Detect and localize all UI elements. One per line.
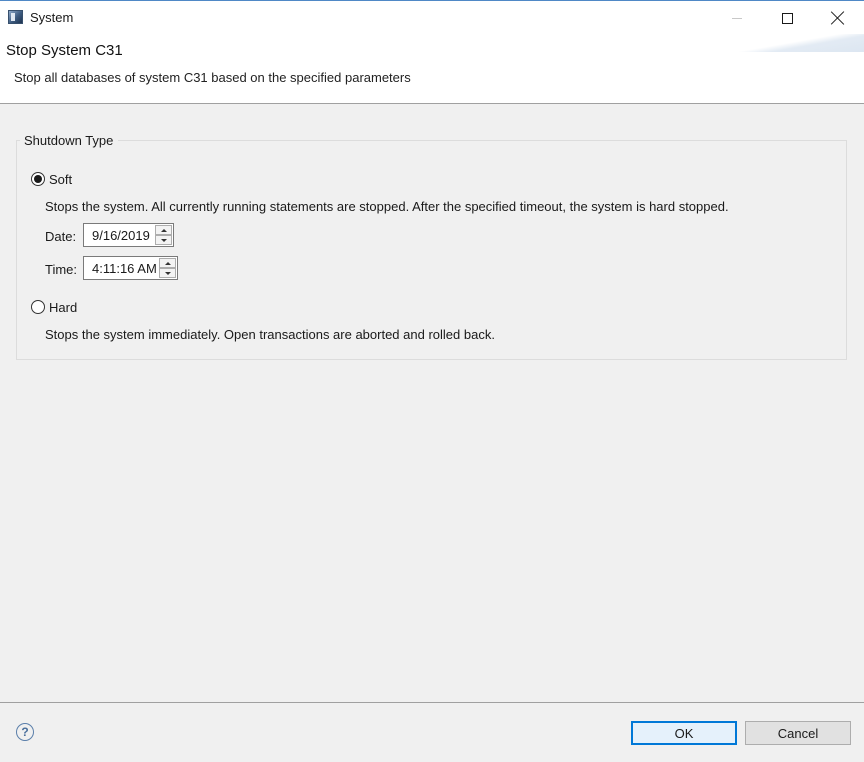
dialog-description: Stop all databases of system C31 based o…: [14, 70, 411, 85]
hard-description: Stops the system immediately. Open trans…: [45, 327, 495, 342]
hard-radio-label[interactable]: Hard: [49, 300, 77, 315]
ok-button[interactable]: OK: [631, 721, 737, 745]
time-input[interactable]: [92, 261, 160, 276]
maximize-icon: [781, 12, 793, 24]
time-increment-button[interactable]: [159, 258, 176, 268]
hard-radio[interactable]: [31, 300, 45, 314]
footer-separator: [0, 702, 864, 703]
cancel-button[interactable]: Cancel: [745, 721, 851, 745]
title-bar: System: [0, 0, 864, 34]
date-spin-buttons: [155, 225, 172, 245]
dialog-title: Stop System C31: [6, 42, 123, 59]
date-input[interactable]: [92, 228, 156, 243]
time-label: Time:: [45, 262, 78, 277]
group-border-segment: [16, 140, 20, 141]
date-increment-button[interactable]: [155, 225, 172, 235]
maximize-button[interactable]: [762, 1, 812, 35]
close-icon: [831, 11, 845, 25]
minimize-icon: [732, 17, 742, 19]
time-spinner[interactable]: [83, 256, 178, 280]
shutdown-type-legend: Shutdown Type: [24, 133, 114, 148]
date-spinner[interactable]: [83, 223, 174, 247]
soft-radio[interactable]: [31, 172, 45, 186]
close-button[interactable]: [813, 1, 863, 35]
banner-decoration: [734, 34, 864, 52]
window-title: System: [30, 10, 74, 25]
app-icon: [8, 10, 23, 24]
soft-description: Stops the system. All currently running …: [45, 199, 729, 214]
minimize-button[interactable]: [712, 1, 762, 35]
help-icon[interactable]: ?: [16, 723, 34, 741]
date-label: Date:: [45, 229, 77, 244]
time-decrement-button[interactable]: [159, 268, 176, 278]
date-decrement-button[interactable]: [155, 235, 172, 245]
time-spin-buttons: [159, 258, 176, 278]
dialog-header: Stop System C31 Stop all databases of sy…: [0, 34, 864, 104]
group-border-segment: [118, 140, 847, 141]
soft-radio-label[interactable]: Soft: [49, 172, 72, 187]
